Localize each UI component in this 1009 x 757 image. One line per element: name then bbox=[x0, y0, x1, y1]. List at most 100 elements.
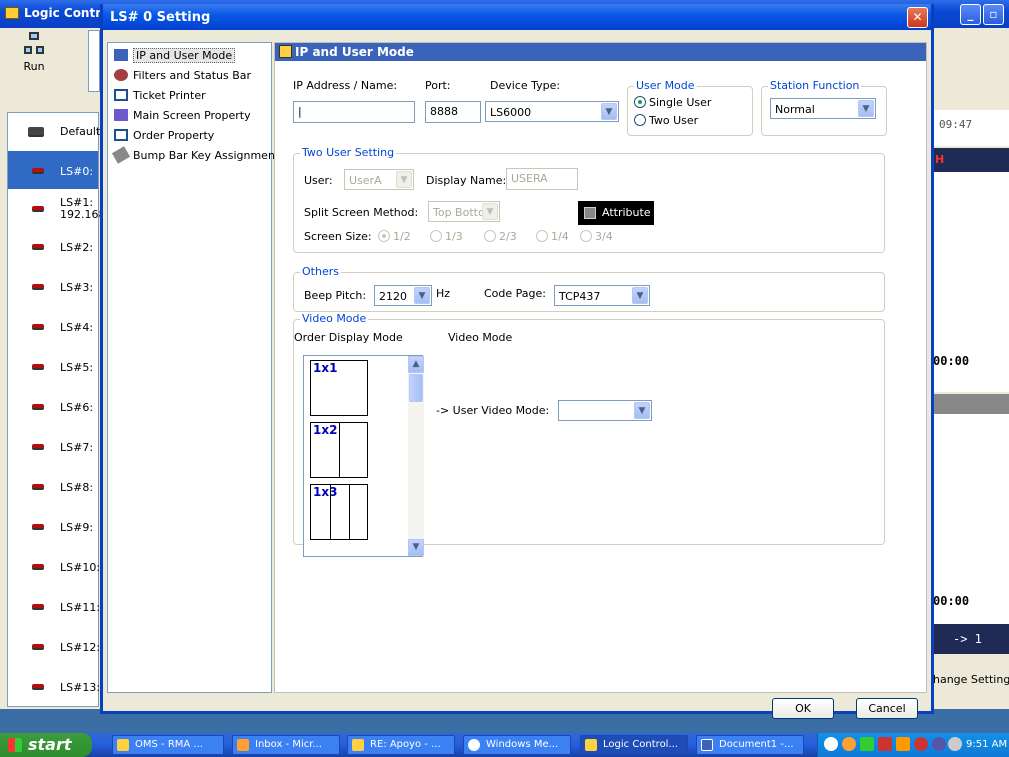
run-button[interactable]: Run bbox=[14, 32, 54, 82]
list-item-label: LS#11: bbox=[60, 601, 101, 614]
list-item[interactable]: LS#10: bbox=[8, 547, 100, 585]
screen-size-radio-1-4[interactable]: 1/4 bbox=[536, 230, 569, 243]
chevron-down-icon[interactable]: ▼ bbox=[634, 402, 650, 419]
dialog-titlebar[interactable]: LS# 0 Setting ✕ bbox=[103, 4, 931, 30]
list-item[interactable]: LS#1: 192.168 bbox=[8, 189, 106, 227]
split-screen-select[interactable]: Top Botto ▼ bbox=[428, 201, 500, 222]
list-item[interactable]: LS#5: bbox=[8, 347, 98, 385]
settings-dialog: LS# 0 Setting ✕ IP and User Mode Filters… bbox=[100, 4, 934, 719]
station-function-select[interactable]: Normal ▼ bbox=[770, 98, 876, 119]
screen-size-radio-2-3[interactable]: 2/3 bbox=[484, 230, 517, 243]
list-item[interactable]: LS#11: bbox=[8, 587, 101, 625]
clock[interactable]: 9:51 AM bbox=[966, 739, 1007, 750]
timer-1: 00:00 bbox=[933, 354, 970, 368]
nav-item-bump-bar[interactable]: Bump Bar Key Assignment bbox=[111, 146, 279, 167]
port-input[interactable]: 8888 bbox=[425, 101, 481, 123]
chevron-down-icon[interactable]: ▼ bbox=[414, 287, 430, 304]
vertical-scrollbar[interactable]: ▲ ▼ bbox=[408, 356, 424, 556]
nav-item-filters-status[interactable]: Filters and Status Bar bbox=[114, 69, 251, 87]
order-area-2: 00:00 bbox=[933, 414, 1009, 624]
list-item[interactable]: Default bbox=[8, 113, 100, 151]
list-item[interactable]: LS#2: bbox=[8, 227, 98, 265]
code-page-value: TCP437 bbox=[559, 290, 601, 303]
network-run-icon bbox=[24, 32, 44, 56]
beep-pitch-select[interactable]: 2120 ▼ bbox=[374, 285, 432, 306]
attribute-button[interactable]: Attribute bbox=[578, 201, 654, 225]
dialog-title: LS# 0 Setting bbox=[110, 10, 211, 25]
nav-item-order-property[interactable]: Order Property bbox=[114, 129, 214, 147]
order-area-1: 00:00 bbox=[933, 172, 1009, 392]
list-item[interactable]: LS#13: bbox=[8, 667, 100, 705]
tray-icon[interactable] bbox=[914, 737, 928, 751]
monitor-icon bbox=[114, 109, 128, 121]
list-item[interactable]: LS#6: bbox=[8, 387, 98, 425]
taskbar-item[interactable]: Windows Me... bbox=[463, 735, 571, 755]
nav-item-main-screen[interactable]: Main Screen Property bbox=[114, 109, 251, 127]
change-setting-label[interactable]: hange Setting bbox=[933, 673, 1009, 686]
device-type-select[interactable]: LS6000 ▼ bbox=[485, 101, 619, 122]
ok-button[interactable]: OK bbox=[772, 698, 834, 719]
nav-item-ip-user-mode[interactable]: IP and User Mode bbox=[114, 48, 236, 67]
order-display-mode-list[interactable]: 1x1 1x2 1x3 ▲ ▼ bbox=[303, 355, 424, 557]
single-user-radio[interactable]: Single User bbox=[634, 96, 711, 109]
display-name-input[interactable]: USERA bbox=[506, 168, 578, 190]
list-item[interactable]: LS#9: bbox=[8, 507, 98, 545]
user-mode-title: User Mode bbox=[634, 79, 697, 92]
code-page-label: Code Page: bbox=[484, 287, 546, 300]
start-button[interactable]: start bbox=[0, 733, 92, 757]
two-user-radio[interactable]: Two User bbox=[634, 114, 698, 127]
cancel-button[interactable]: Cancel bbox=[856, 698, 918, 719]
chevron-down-icon[interactable]: ▼ bbox=[601, 103, 617, 120]
screen-size-radio-3-4[interactable]: 3/4 bbox=[580, 230, 613, 243]
video-mode-tile-1x2[interactable]: 1x2 bbox=[310, 422, 368, 478]
toolbar-panel bbox=[88, 30, 100, 92]
tray-icon[interactable] bbox=[948, 737, 962, 751]
video-mode-tile-1x1[interactable]: 1x1 bbox=[310, 360, 368, 416]
tray-icon[interactable] bbox=[842, 737, 856, 751]
minimize-button[interactable]: _ bbox=[960, 4, 981, 25]
network-icon bbox=[114, 49, 128, 61]
chevron-down-icon[interactable]: ▼ bbox=[632, 287, 648, 304]
settings-nav-tree[interactable]: IP and User Mode Filters and Status Bar … bbox=[107, 42, 279, 693]
scroll-up-icon[interactable]: ▲ bbox=[408, 356, 424, 373]
screen-size-label: Screen Size: bbox=[304, 230, 372, 243]
taskbar-item[interactable]: RE: Apoyo - ... bbox=[347, 735, 455, 755]
code-page-select[interactable]: TCP437 ▼ bbox=[554, 285, 650, 306]
nav-item-label: Main Screen Property bbox=[133, 109, 251, 122]
beep-pitch-value: 2120 bbox=[379, 290, 407, 303]
hz-label: Hz bbox=[436, 287, 451, 300]
tile-divider bbox=[339, 423, 340, 477]
list-item[interactable]: LS#7: bbox=[8, 427, 98, 465]
tray-icon[interactable] bbox=[824, 737, 838, 751]
station-list[interactable]: Default LS#0: LS#1: 192.168 LS#2: LS#3: … bbox=[7, 112, 106, 707]
user-video-mode-select[interactable]: ▼ bbox=[558, 400, 652, 421]
screen-size-radio-1-3[interactable]: 1/3 bbox=[430, 230, 463, 243]
tile-divider bbox=[330, 485, 331, 539]
timer-2: 00:00 bbox=[933, 594, 970, 608]
video-mode-tile-1x3[interactable]: 1x3 bbox=[310, 484, 368, 540]
taskbar-item-label: Windows Me... bbox=[486, 739, 559, 750]
list-item[interactable]: LS#0: bbox=[8, 151, 98, 189]
list-item[interactable]: LS#8: bbox=[8, 467, 98, 505]
scroll-down-icon[interactable]: ▼ bbox=[408, 539, 424, 556]
taskbar-item-active[interactable]: Logic Control... bbox=[580, 735, 688, 755]
taskbar-item[interactable]: Inbox - Micr... bbox=[232, 735, 340, 755]
list-item[interactable]: LS#12: bbox=[8, 627, 100, 665]
tray-icon[interactable] bbox=[860, 737, 874, 751]
list-item[interactable]: LS#3: bbox=[8, 267, 98, 305]
tray-icon[interactable] bbox=[878, 737, 892, 751]
scroll-thumb[interactable] bbox=[409, 374, 423, 402]
taskbar-item[interactable]: Document1 -... bbox=[696, 735, 804, 755]
attribute-icon bbox=[584, 207, 596, 219]
screen-size-radio-1-2[interactable]: 1/2 bbox=[378, 230, 411, 243]
tray-icon[interactable] bbox=[932, 737, 946, 751]
close-icon[interactable]: ✕ bbox=[907, 7, 928, 28]
list-item[interactable]: LS#4: bbox=[8, 307, 98, 345]
ip-address-input[interactable]: | bbox=[293, 101, 415, 123]
chevron-down-icon[interactable]: ▼ bbox=[858, 100, 874, 117]
user-select[interactable]: UserA ▼ bbox=[344, 169, 414, 190]
tray-icon[interactable] bbox=[896, 737, 910, 751]
nav-item-ticket-printer[interactable]: Ticket Printer bbox=[114, 89, 206, 107]
taskbar-item[interactable]: OMS - RMA ... bbox=[112, 735, 224, 755]
maximize-button[interactable]: ▫ bbox=[983, 4, 1004, 25]
